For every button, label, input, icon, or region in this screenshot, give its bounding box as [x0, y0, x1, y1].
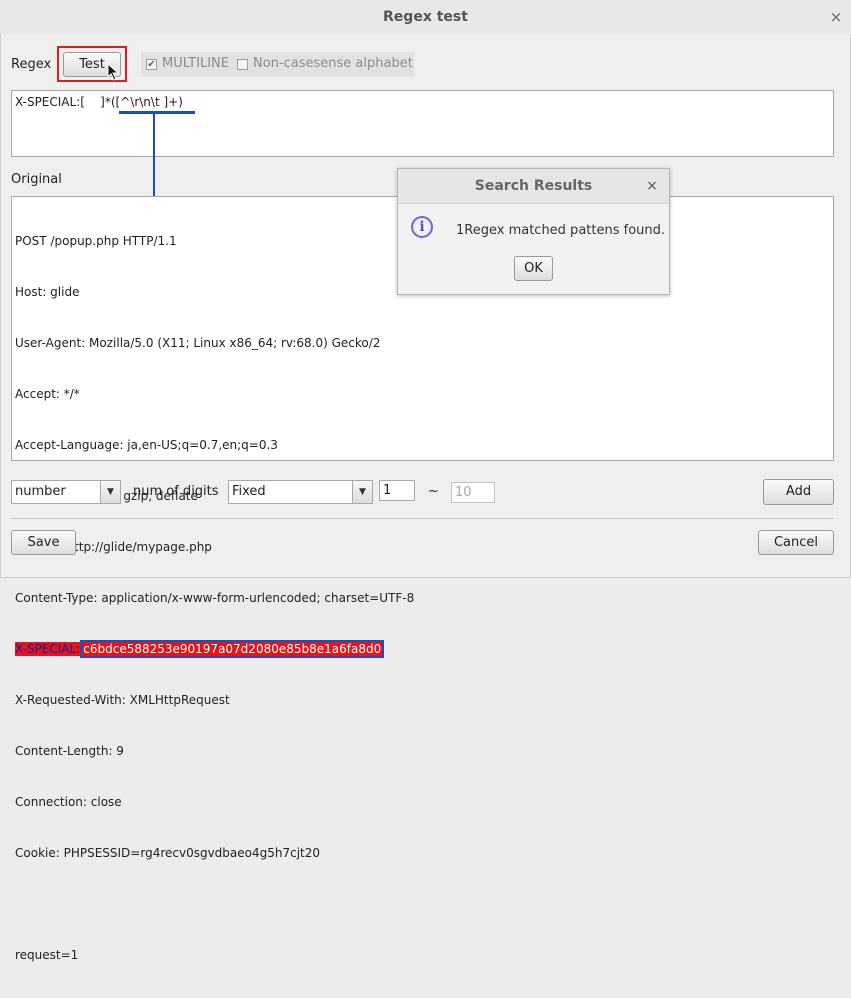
multiline-checkbox[interactable]: ✔ — [146, 59, 157, 70]
ok-button[interactable]: OK — [514, 256, 553, 281]
regex-group-underline — [119, 111, 195, 114]
max-digits-value: 10 — [455, 485, 472, 500]
regex-text: X-SPECIAL:[ ]*([^\r\n\t ]+) — [15, 95, 183, 109]
save-button[interactable]: Save — [11, 530, 76, 555]
dialog-message: 1Regex matched pattens found. — [456, 223, 666, 238]
original-text: POST /popup.php HTTP/1.1 Host: glide Use… — [15, 199, 414, 998]
chevron-down-icon[interactable]: ▼ — [100, 481, 120, 503]
mouse-cursor-icon — [107, 63, 120, 81]
text-line: Content-Type: application/x-www-form-url… — [15, 591, 415, 605]
text-line: User-Agent: Mozilla/5.0 (X11; Linux x86_… — [15, 336, 381, 350]
digits-mode-value: Fixed — [232, 484, 266, 499]
min-digits-input[interactable]: 1 — [379, 480, 415, 501]
text-line — [15, 896, 414, 913]
close-icon[interactable]: × — [826, 0, 846, 34]
text-line: Content-Length: 9 — [15, 744, 124, 758]
close-icon[interactable]: × — [642, 169, 662, 203]
divider — [11, 518, 834, 519]
text-line: request=1 — [15, 948, 79, 962]
window-title: Regex test — [383, 9, 468, 25]
digits-label: num of digits — [133, 484, 219, 499]
text-line: X-Requested-With: XMLHttpRequest — [15, 693, 230, 707]
noncase-checkbox[interactable] — [237, 59, 248, 70]
max-digits-input[interactable]: 10 — [451, 482, 495, 503]
matched-line: X-SPECIAL: c6bdce588253e90197a07d2080e85b… — [15, 640, 414, 658]
search-results-dialog: Search Results × i 1Regex matched patten… — [397, 168, 670, 295]
text-line: Connection: close — [15, 795, 122, 809]
original-label: Original — [11, 172, 62, 187]
chevron-down-icon[interactable]: ▼ — [352, 481, 372, 503]
type-select-value: number — [15, 484, 66, 499]
noncase-label: Non-casesense alphabet — [253, 56, 413, 71]
text-line: Host: glide — [15, 285, 80, 299]
cancel-button[interactable]: Cancel — [758, 530, 834, 555]
text-line: Accept-Language: ja,en-US;q=0.7,en;q=0.3 — [15, 438, 278, 452]
text-line: Accept: */* — [15, 387, 80, 401]
dialog-title: Search Results — [398, 169, 669, 204]
match-prefix: X-SPECIAL: — [15, 642, 81, 656]
title-bar: Regex test × — [0, 0, 851, 35]
add-button[interactable]: Add — [763, 479, 834, 505]
text-line: Cookie: PHPSESSID=rg4recv0sgvdbaeo4g5h7c… — [15, 846, 321, 860]
regex-input[interactable]: X-SPECIAL:[ ]*([^\r\n\t ]+) — [11, 90, 834, 157]
match-group: c6bdce588253e90197a07d2080e85b8e1a6fa8d0 — [80, 640, 385, 658]
digits-mode-select[interactable]: Fixed ▼ — [228, 480, 373, 504]
multiline-label: MULTILINE — [162, 56, 229, 71]
type-select[interactable]: number ▼ — [11, 480, 121, 504]
min-digits-value: 1 — [383, 483, 392, 498]
tilde-separator: ~ — [428, 484, 439, 499]
text-line: POST /popup.php HTTP/1.1 — [15, 234, 177, 248]
regex-label: Regex — [11, 57, 52, 72]
info-icon: i — [411, 216, 433, 238]
